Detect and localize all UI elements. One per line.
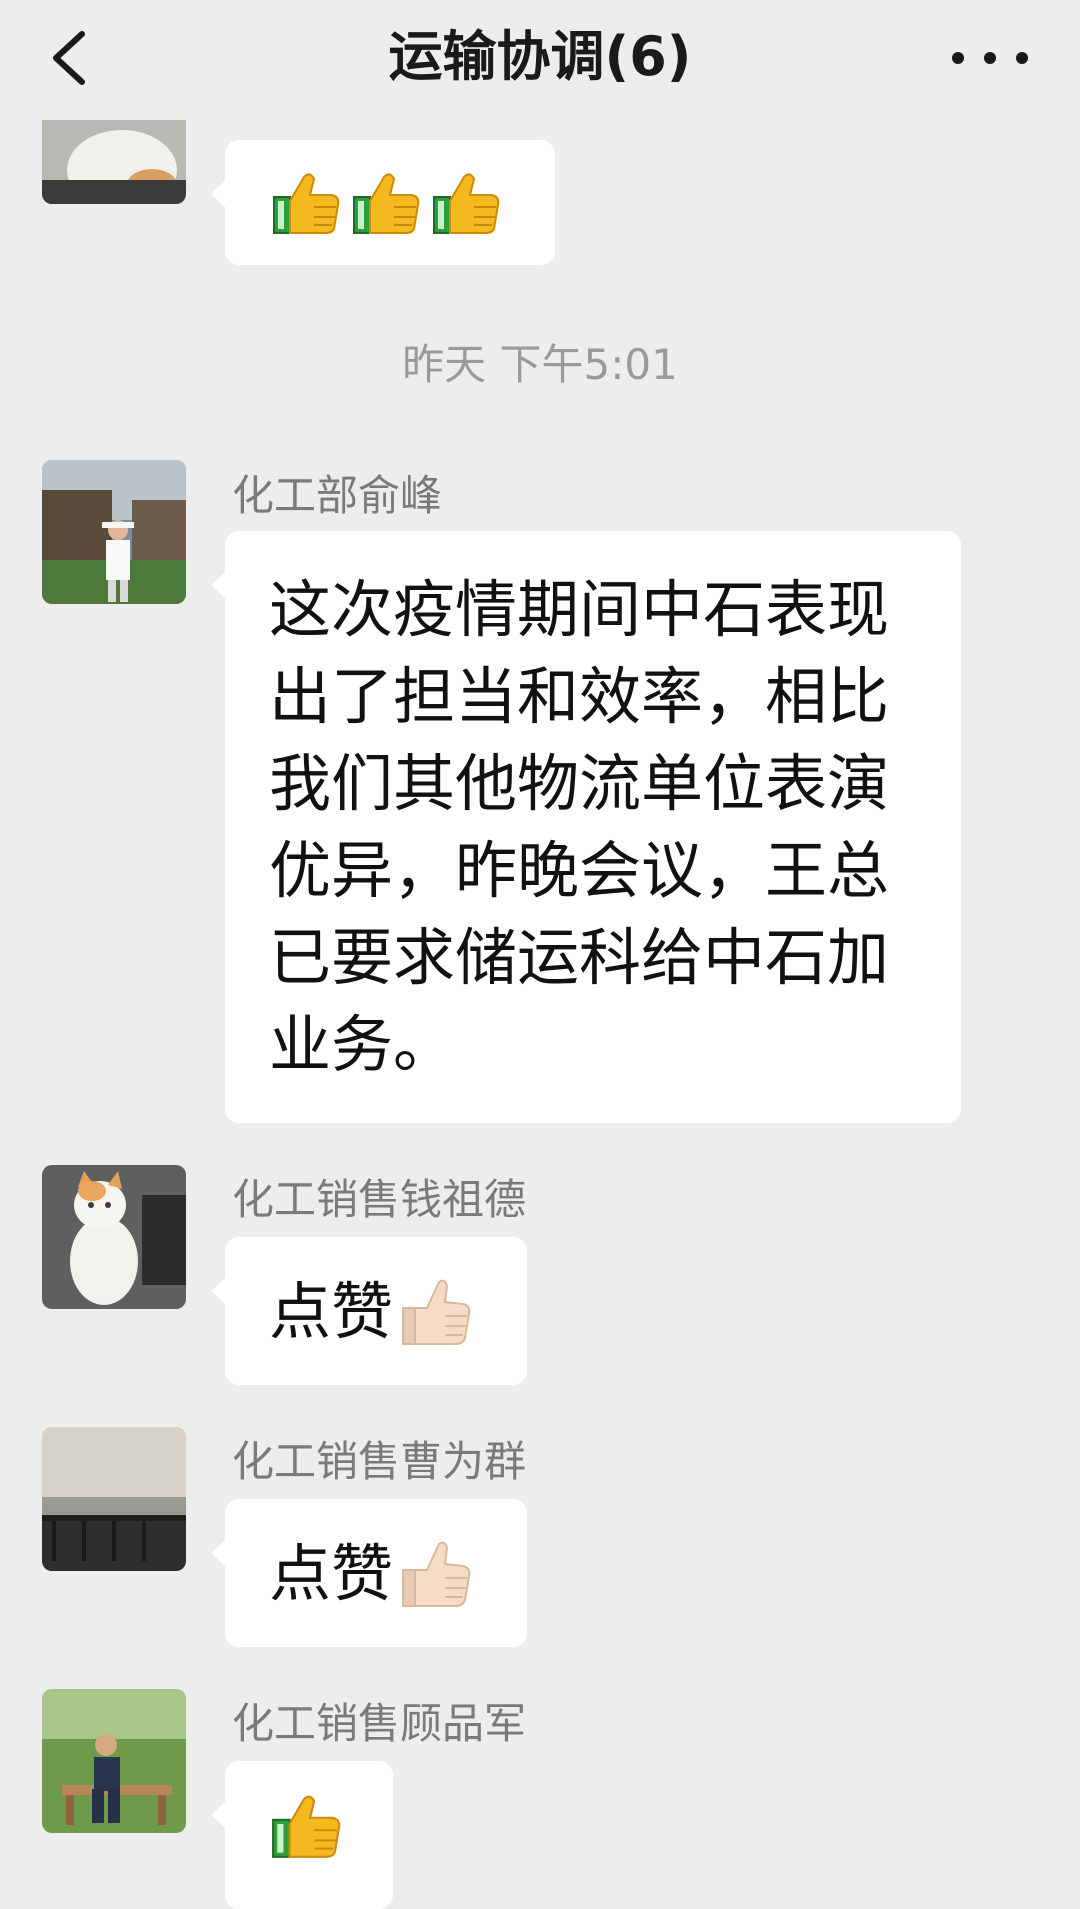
message-text: 点赞 bbox=[269, 1536, 394, 1610]
thumbs-up-light-icon bbox=[399, 1536, 473, 1610]
avatar-yu-feng[interactable] bbox=[42, 460, 186, 604]
sender-name: 化工销售曹为群 bbox=[232, 1437, 527, 1486]
sender-name: 化工销售钱祖德 bbox=[232, 1175, 527, 1224]
chevron-left-icon bbox=[53, 31, 85, 85]
message-timestamp: 昨天 下午5:01 bbox=[402, 340, 678, 389]
thumbs-up-icon bbox=[269, 1789, 343, 1863]
avatar-gu-pinjun[interactable] bbox=[42, 1689, 186, 1833]
back-button[interactable] bbox=[40, 18, 100, 98]
thumbs-up-icon bbox=[430, 167, 502, 239]
more-dots-icon bbox=[952, 52, 1028, 64]
thumbs-up-icon bbox=[350, 167, 422, 239]
sender-name: 化工销售顾品军 bbox=[232, 1699, 527, 1748]
avatar-qian-zude[interactable] bbox=[42, 1165, 186, 1309]
thumbs-up-icon bbox=[270, 167, 342, 239]
message-bubble[interactable]: 点赞 bbox=[211, 1237, 527, 1385]
chat-title: 运输协调(6) bbox=[388, 25, 692, 88]
message-text: 这次疫情期间中石表现出了担当和效率，相比我们其他物流单位表演优异，昨晚会议，王总… bbox=[269, 573, 890, 1081]
avatar-cao-weiqun[interactable] bbox=[42, 1427, 186, 1571]
message-bubble[interactable]: 点赞 bbox=[211, 1499, 527, 1647]
sender-name: 化工部俞峰 bbox=[232, 471, 443, 520]
message-bubble[interactable]: 👍 bbox=[211, 1761, 393, 1909]
thumbs-up-light-icon bbox=[399, 1274, 473, 1348]
message-bubble[interactable]: 👍👍👍 bbox=[211, 140, 555, 265]
message-bubble[interactable]: 这次疫情期间中石表现出了担当和效率，相比我们其他物流单位表演优异，昨晚会议，王总… bbox=[211, 531, 961, 1123]
message-text: 点赞 bbox=[269, 1274, 394, 1348]
chat-header: 运输协调(6) bbox=[0, 0, 1080, 120]
more-button[interactable] bbox=[940, 28, 1040, 88]
